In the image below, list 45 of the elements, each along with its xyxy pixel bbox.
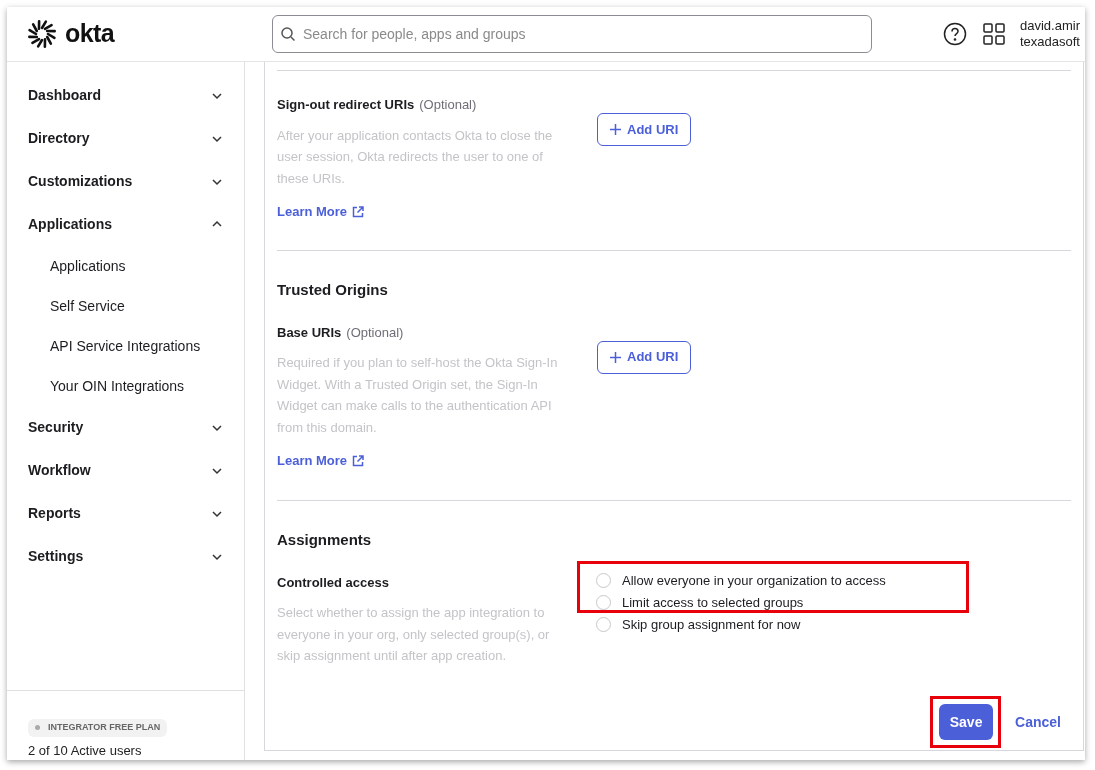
nav-subitem[interactable]: Self Service <box>50 295 125 317</box>
optional-label: (Optional) <box>419 96 477 114</box>
section-title: Trusted Origins <box>277 280 389 300</box>
user-name[interactable]: david.amir <box>1020 18 1080 34</box>
nav-item[interactable]: Settings <box>28 546 84 567</box>
field-description: After your application contacts Okta to close the user session, Okta redirects the user to one of these URIs. <box>277 126 554 188</box>
field-label: Sign-out redirect URIs <box>277 96 415 114</box>
nav-item[interactable]: Security <box>28 417 84 438</box>
save-button[interactable]: Save <box>939 704 994 740</box>
apps-grid-icon[interactable] <box>983 23 1005 45</box>
radio-label[interactable]: Limit access to selected groups <box>622 592 804 613</box>
help-icon[interactable] <box>943 22 967 46</box>
nav-item[interactable]: Applications <box>28 214 112 235</box>
plus-icon <box>610 351 621 363</box>
plan-badge: INTEGRATOR FREE PLAN <box>28 718 168 737</box>
radio-label[interactable]: Allow everyone in your organization to access <box>622 570 886 591</box>
logo-icon <box>27 19 57 49</box>
nav-item[interactable]: Customizations <box>28 171 133 192</box>
nav-item[interactable]: Workflow <box>28 460 91 481</box>
field-label: Base URIs <box>277 323 342 342</box>
active-users-count: 2 of 10 Active users <box>28 742 143 760</box>
organization-name: texadasoft <box>1020 34 1080 50</box>
field-label: Controlled access <box>277 573 389 592</box>
nav-item[interactable]: Dashboard <box>28 85 102 106</box>
nav-subitem[interactable]: Applications <box>50 255 126 277</box>
plus-icon <box>610 124 621 135</box>
annotation-highlight <box>930 696 1002 748</box>
add-uri-button[interactable]: Add URI <box>597 113 692 146</box>
radio-label[interactable]: Skip group assignment for now <box>622 614 801 635</box>
search-icon <box>280 26 296 42</box>
optional-label: (Optional) <box>346 323 404 342</box>
nav-item[interactable]: Directory <box>28 128 90 149</box>
external-link-icon <box>352 454 365 467</box>
cancel-link[interactable]: Cancel <box>1015 711 1061 733</box>
nav-subitem[interactable]: Your OIN Integrations <box>50 375 185 397</box>
add-uri-button[interactable]: Add URI <box>597 340 692 374</box>
nav-subitem[interactable]: API Service Integrations <box>50 335 201 357</box>
logo-text: okta <box>65 18 114 50</box>
field-description: Select whether to assign the app integration to everyone in your org, only selected group(s), or skip assignment until after app creation. <box>277 604 551 665</box>
section-title: Assignments <box>277 530 373 550</box>
external-link-icon <box>352 205 365 218</box>
search-field[interactable]: Search for people, apps and groups <box>272 15 872 53</box>
learn-more-link[interactable]: Learn More <box>277 451 365 471</box>
learn-more-link[interactable]: Learn More <box>277 202 365 222</box>
nav-item[interactable]: Reports <box>28 503 81 524</box>
